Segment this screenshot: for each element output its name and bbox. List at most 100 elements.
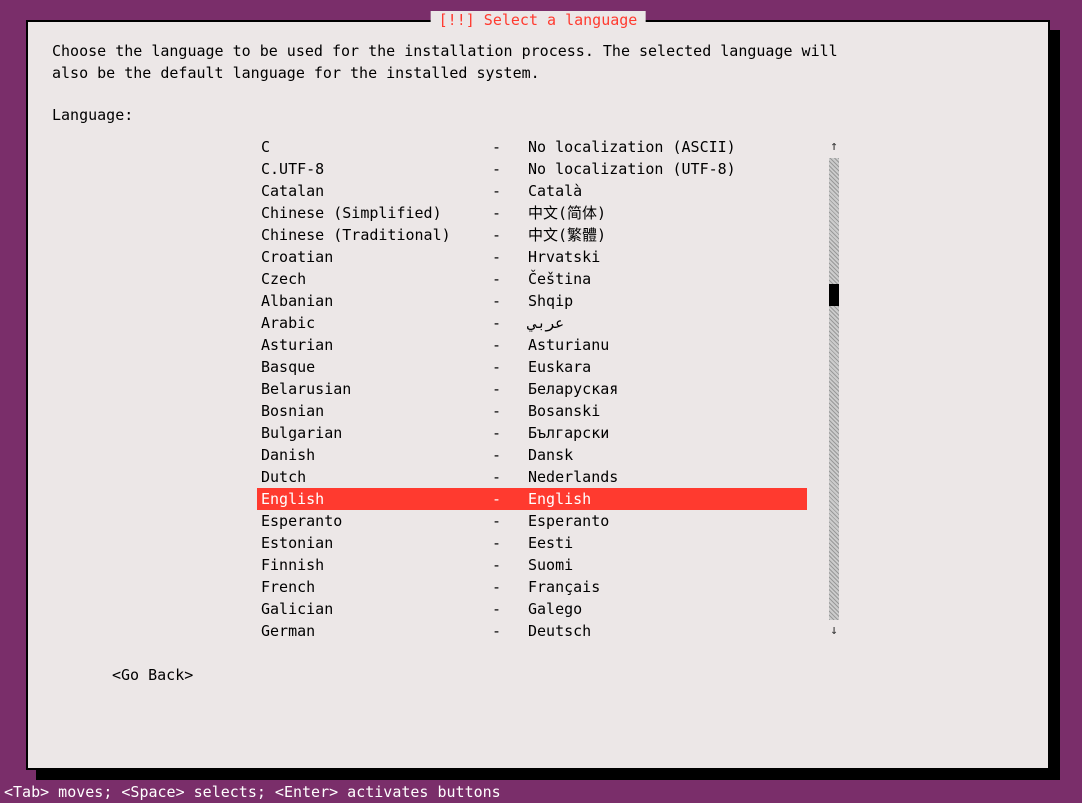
language-native: Shqip	[528, 290, 807, 312]
language-option[interactable]: Belarusian-Беларуская	[257, 378, 807, 400]
language-option[interactable]: C.UTF-8-No localization (UTF-8)	[257, 158, 807, 180]
language-option[interactable]: Croatian-Hrvatski	[257, 246, 807, 268]
language-native: 中文(繁體)	[528, 224, 807, 246]
separator: -	[492, 378, 528, 400]
language-option[interactable]: English-English	[257, 488, 807, 510]
language-native: Asturianu	[528, 334, 807, 356]
language-option[interactable]: Esperanto-Esperanto	[257, 510, 807, 532]
language-option[interactable]: C-No localization (ASCII)	[257, 136, 807, 158]
language-name: Arabic	[257, 312, 492, 334]
language-native: Euskara	[528, 356, 807, 378]
language-option[interactable]: Danish-Dansk	[257, 444, 807, 466]
language-name: Dutch	[257, 466, 492, 488]
scroll-down-icon[interactable]: ↓	[827, 620, 841, 642]
separator: -	[492, 598, 528, 620]
language-name: Chinese (Traditional)	[257, 224, 492, 246]
separator: -	[492, 202, 528, 224]
language-native: Български	[528, 422, 807, 444]
help-footer: <Tab> moves; <Space> selects; <Enter> ac…	[0, 781, 1082, 803]
language-name: Asturian	[257, 334, 492, 356]
separator: -	[492, 290, 528, 312]
language-option[interactable]: Albanian-Shqip	[257, 290, 807, 312]
separator: -	[492, 532, 528, 554]
language-option[interactable]: French-Français	[257, 576, 807, 598]
separator: -	[492, 620, 528, 642]
language-name: Estonian	[257, 532, 492, 554]
language-option[interactable]: Finnish-Suomi	[257, 554, 807, 576]
language-native: Suomi	[528, 554, 807, 576]
language-name: Croatian	[257, 246, 492, 268]
language-list[interactable]: C-No localization (ASCII)C.UTF-8-No loca…	[257, 136, 807, 642]
language-name: German	[257, 620, 492, 642]
dialog-description: Choose the language to be used for the i…	[52, 40, 1024, 84]
separator: -	[492, 268, 528, 290]
language-name: Esperanto	[257, 510, 492, 532]
language-name: English	[257, 488, 492, 510]
language-name: Danish	[257, 444, 492, 466]
separator: -	[492, 444, 528, 466]
scrollbar[interactable]: ↑ ↓	[827, 136, 841, 642]
language-option[interactable]: German-Deutsch	[257, 620, 807, 642]
scroll-thumb[interactable]	[829, 284, 839, 306]
language-name: Bosnian	[257, 400, 492, 422]
separator: -	[492, 312, 528, 334]
scroll-track[interactable]	[829, 158, 839, 620]
language-name: C	[257, 136, 492, 158]
separator: -	[492, 554, 528, 576]
go-back-button[interactable]: <Go Back>	[112, 666, 193, 684]
language-option[interactable]: Chinese (Simplified)-中文(简体)	[257, 202, 807, 224]
separator: -	[492, 466, 528, 488]
language-option[interactable]: Dutch-Nederlands	[257, 466, 807, 488]
separator: -	[492, 356, 528, 378]
separator: -	[492, 488, 528, 510]
language-name: Chinese (Simplified)	[257, 202, 492, 224]
language-name: Bulgarian	[257, 422, 492, 444]
language-name: Finnish	[257, 554, 492, 576]
language-option[interactable]: Asturian-Asturianu	[257, 334, 807, 356]
language-native: Esperanto	[528, 510, 807, 532]
language-name: Basque	[257, 356, 492, 378]
separator: -	[492, 224, 528, 246]
language-option[interactable]: Arabic-عربي	[257, 312, 807, 334]
scroll-up-icon[interactable]: ↑	[827, 136, 841, 158]
language-option[interactable]: Galician-Galego	[257, 598, 807, 620]
language-native: English	[528, 488, 807, 510]
language-native: Bosanski	[528, 400, 807, 422]
language-name: Galician	[257, 598, 492, 620]
language-native: Français	[528, 576, 807, 598]
language-name: C.UTF-8	[257, 158, 492, 180]
language-native: Galego	[528, 598, 807, 620]
language-name: Albanian	[257, 290, 492, 312]
language-name: Czech	[257, 268, 492, 290]
language-native: Čeština	[528, 268, 807, 290]
separator: -	[492, 246, 528, 268]
language-option[interactable]: Bulgarian-Български	[257, 422, 807, 444]
language-native: No localization (UTF-8)	[528, 158, 807, 180]
language-native: 中文(简体)	[528, 202, 807, 224]
language-native: Беларуская	[528, 378, 807, 400]
separator: -	[492, 158, 528, 180]
separator: -	[492, 334, 528, 356]
language-name: Catalan	[257, 180, 492, 202]
language-native: Hrvatski	[528, 246, 807, 268]
dialog-content: Choose the language to be used for the i…	[28, 22, 1048, 684]
language-native: Nederlands	[528, 466, 807, 488]
language-option[interactable]: Estonian-Eesti	[257, 532, 807, 554]
separator: -	[492, 422, 528, 444]
language-label: Language:	[52, 106, 1024, 124]
language-native: Eesti	[528, 532, 807, 554]
language-option[interactable]: Catalan-Català	[257, 180, 807, 202]
language-option[interactable]: Bosnian-Bosanski	[257, 400, 807, 422]
language-option[interactable]: Chinese (Traditional)-中文(繁體)	[257, 224, 807, 246]
language-name: Belarusian	[257, 378, 492, 400]
language-name: French	[257, 576, 492, 598]
language-option[interactable]: Czech-Čeština	[257, 268, 807, 290]
language-option[interactable]: Basque-Euskara	[257, 356, 807, 378]
language-list-area: C-No localization (ASCII)C.UTF-8-No loca…	[257, 136, 1024, 642]
language-native: Deutsch	[528, 620, 807, 642]
separator: -	[492, 180, 528, 202]
separator: -	[492, 400, 528, 422]
language-dialog: [!!] Select a language Choose the langua…	[26, 20, 1050, 770]
language-native: No localization (ASCII)	[528, 136, 807, 158]
language-native: Dansk	[528, 444, 807, 466]
